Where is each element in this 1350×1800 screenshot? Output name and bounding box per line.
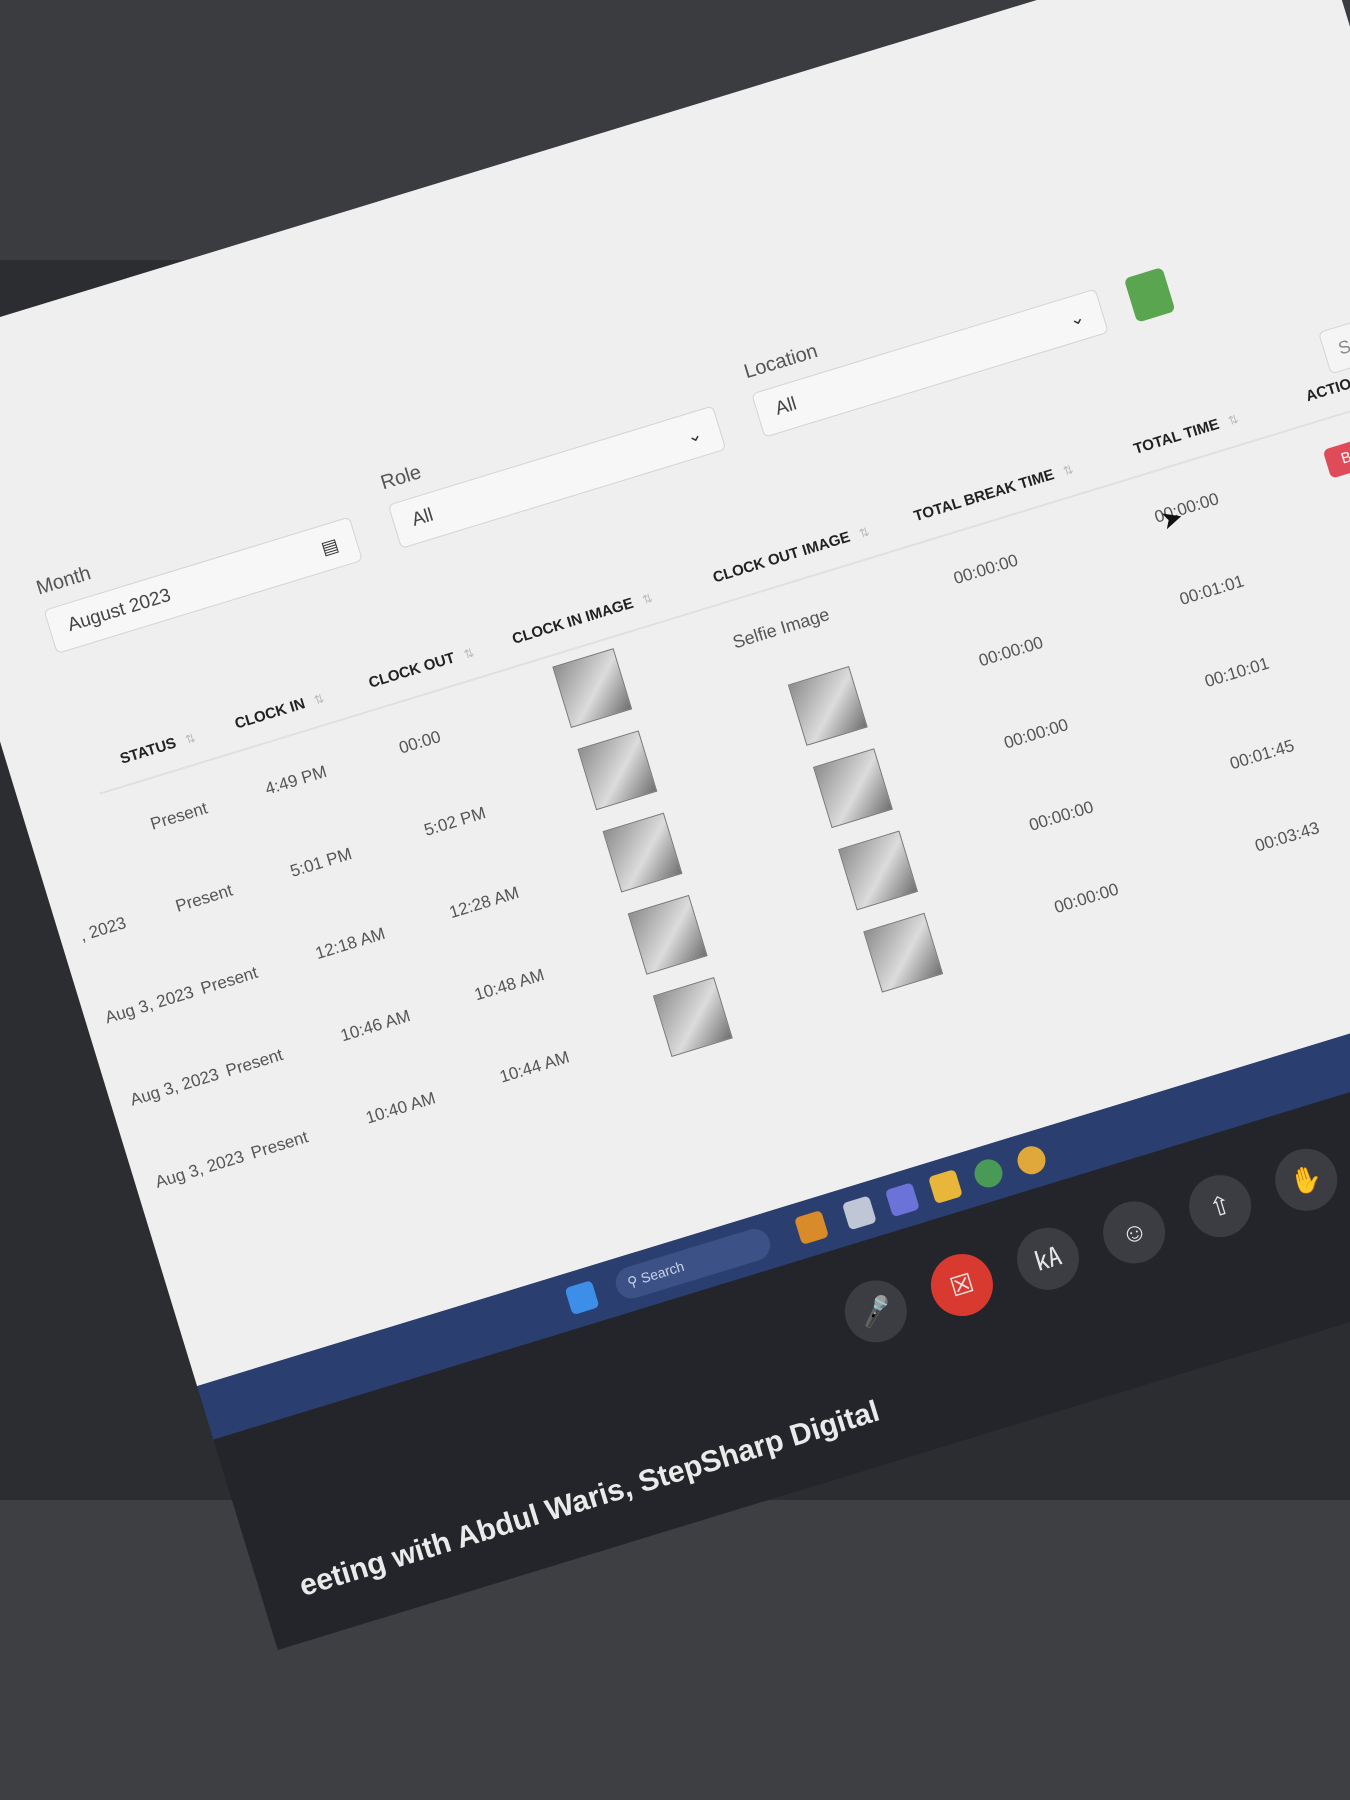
captions-icon[interactable]: ㎄ [1009,1220,1087,1298]
break-time-cell: 00:00:00 [1051,879,1121,918]
present-screen-icon[interactable]: ⇧ [1181,1167,1259,1245]
total-time-cell: 00:01:01 [1177,571,1247,609]
raise-hand-icon[interactable]: ✋ [1267,1141,1345,1219]
clock-out-cell: 5:02 PM [421,803,488,840]
role-value: All [409,504,436,531]
chevron-down-icon: ⌄ [683,422,705,447]
taskbar-app-icon[interactable] [794,1210,830,1245]
break-time-cell: 00:00:00 [1001,715,1071,753]
break-time-cell: 00:00:00 [951,550,1021,589]
clock-in-cell: 10:40 AM [363,1088,438,1128]
status-cell: Present [198,962,260,999]
break-time-cell: 00:00:00 [1026,797,1096,835]
clock-out-cell: 12:28 AM [447,882,522,923]
month-value: August 2023 [65,584,174,637]
clock-in-thumbnail[interactable] [577,730,658,811]
clock-in-thumbnail[interactable] [552,648,633,729]
date-cell: Aug 3, 2023 [102,982,197,1028]
clock-out-thumbnail[interactable] [863,912,944,993]
status-cell: Present [173,880,235,916]
role-filter: Role All ⌄ [378,374,727,549]
date-cell: Aug 3, 2023 [127,1064,222,1110]
total-time-cell: 00:10:01 [1202,653,1272,692]
status-cell: Present [248,1127,311,1163]
camera-off-icon[interactable]: ☒ [923,1246,1001,1324]
col-action: Action [1303,372,1350,406]
clock-in-thumbnail[interactable] [627,894,708,975]
break-time-cell: 00:00:00 [976,632,1046,671]
status-cell: Present [148,798,210,834]
clock-out-thumbnail[interactable] [812,748,893,829]
clock-out-cell: 10:48 AM [472,965,547,1005]
calendar-icon[interactable]: ▤ [319,534,341,559]
clock-out-image-alt: Selfie Image [730,604,832,653]
col-status[interactable]: Status ⇅ [118,729,197,768]
microphone-icon[interactable]: 🎤 [837,1272,915,1351]
clock-in-cell: 12:18 AM [313,923,388,964]
month-filter: Month August 2023 ▤ [34,485,363,655]
emoji-icon[interactable]: ☺ [1095,1193,1173,1272]
clock-out-cell: 10:44 AM [497,1047,572,1087]
chevron-down-icon: ⌄ [1066,305,1087,330]
col-clock-in[interactable]: Clock In ⇅ [233,689,326,732]
clock-in-cell: 10:46 AM [338,1006,413,1046]
location-value: All [772,393,800,420]
clock-in-cell: 5:01 PM [287,844,355,881]
apply-filter-button[interactable] [1123,267,1176,323]
taskbar-app-icon[interactable] [841,1195,877,1231]
clock-out-cell: 00:00 [396,727,443,758]
clock-in-thumbnail[interactable] [652,977,733,1057]
folder-icon[interactable] [927,1169,963,1205]
clock-in-thumbnail[interactable] [602,812,683,893]
total-time-cell: 00:01:45 [1227,735,1297,774]
status-cell: Present [223,1045,286,1081]
chrome-icon[interactable] [970,1155,1006,1191]
clock-in-cell: 4:49 PM [262,761,329,799]
date-cell: , 2023 [77,913,129,946]
chrome-icon[interactable] [1014,1142,1049,1178]
clock-out-thumbnail[interactable] [838,830,919,911]
windows-start-icon[interactable] [564,1280,600,1316]
location-filter: Location All ⌄ [741,257,1109,438]
laptop-bezel [0,1500,1350,1800]
total-time-cell: 00:03:43 [1252,818,1322,856]
teams-icon[interactable] [884,1182,920,1218]
clock-out-thumbnail[interactable] [787,666,868,746]
date-cell: Aug 3, 2023 [153,1146,247,1192]
break-button[interactable]: Break [1322,429,1350,479]
